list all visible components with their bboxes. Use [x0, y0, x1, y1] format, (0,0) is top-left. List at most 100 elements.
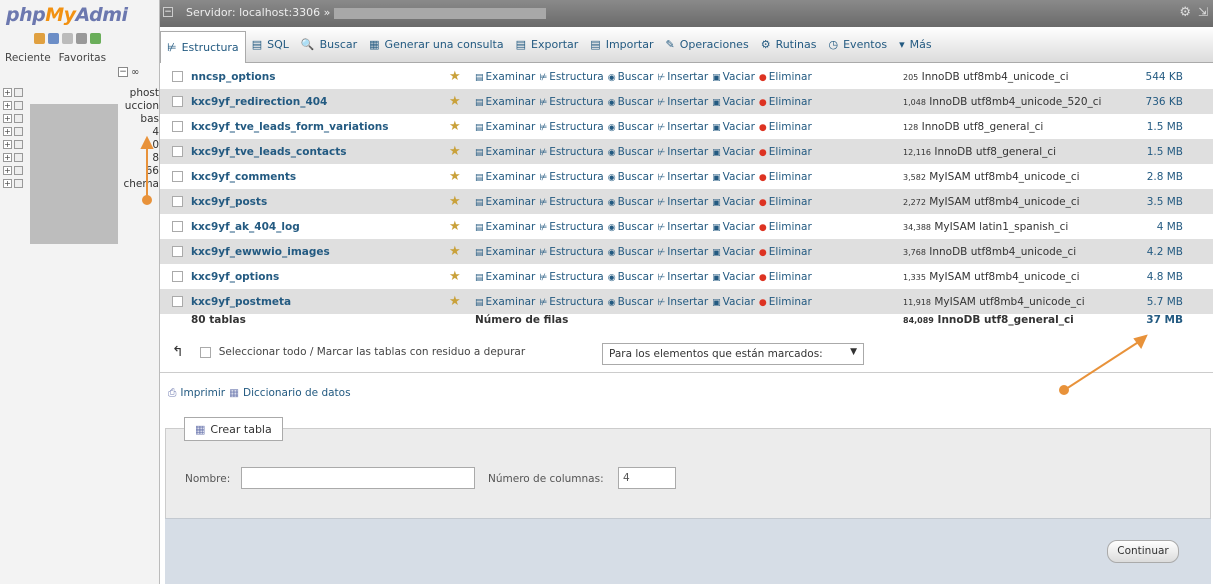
continue-button[interactable]: Continuar [1107, 540, 1179, 563]
database-name[interactable]: 0 [152, 139, 159, 151]
database-name[interactable]: chema [123, 178, 159, 190]
favorite-star-icon[interactable]: ★ [449, 144, 461, 159]
table-size[interactable]: 5.7 MB [1147, 296, 1183, 308]
drop-link[interactable]: ● Eliminar [759, 146, 812, 158]
empty-link[interactable]: ▣ Vaciar [712, 221, 755, 233]
empty-link[interactable]: ▣ Vaciar [712, 271, 755, 283]
search-link[interactable]: ◉ Buscar [608, 271, 654, 283]
insert-link[interactable]: ⊬ Insertar [657, 246, 708, 258]
row-checkbox[interactable] [172, 146, 183, 157]
favorite-star-icon[interactable]: ★ [449, 269, 461, 284]
table-size[interactable]: 4.8 MB [1147, 271, 1183, 283]
table-name-link[interactable]: kxc9yf_options [191, 271, 279, 283]
column-count-input[interactable]: 4 [618, 467, 676, 489]
tab-m-s[interactable]: ▾ Más [893, 27, 938, 62]
browse-link[interactable]: ▤ Examinar [475, 146, 535, 158]
with-selected-dropdown[interactable]: Para los elementos que están marcados: ▼ [602, 343, 864, 365]
structure-link[interactable]: ⊭ Estructura [539, 146, 603, 158]
insert-link[interactable]: ⊬ Insertar [657, 171, 708, 183]
link-icon[interactable]: ∞ [131, 67, 139, 78]
table-name-link[interactable]: kxc9yf_ewwwio_images [191, 246, 330, 258]
row-checkbox[interactable] [172, 221, 183, 232]
database-name[interactable]: phost [130, 87, 159, 99]
row-checkbox[interactable] [172, 196, 183, 207]
expand-icon[interactable]: + [3, 166, 12, 175]
structure-link[interactable]: ⊭ Estructura [539, 196, 603, 208]
select-all-label[interactable]: Seleccionar todo / Marcar las tablas con… [219, 346, 525, 358]
empty-link[interactable]: ▣ Vaciar [712, 196, 755, 208]
drop-link[interactable]: ● Eliminar [759, 71, 812, 83]
browse-link[interactable]: ▤ Examinar [475, 121, 535, 133]
search-link[interactable]: ◉ Buscar [608, 96, 654, 108]
table-size[interactable]: 4 MB [1157, 221, 1183, 233]
table-size[interactable]: 544 KB [1146, 71, 1183, 83]
table-name-link[interactable]: kxc9yf_tve_leads_contacts [191, 146, 347, 158]
search-link[interactable]: ◉ Buscar [608, 221, 654, 233]
drop-link[interactable]: ● Eliminar [759, 196, 812, 208]
table-name-link[interactable]: kxc9yf_comments [191, 171, 296, 183]
empty-link[interactable]: ▣ Vaciar [712, 296, 755, 308]
drop-link[interactable]: ● Eliminar [759, 171, 812, 183]
row-checkbox[interactable] [172, 71, 183, 82]
settings-icon[interactable] [76, 33, 87, 44]
browse-link[interactable]: ▤ Examinar [475, 71, 535, 83]
table-name-link[interactable]: kxc9yf_posts [191, 196, 267, 208]
table-size[interactable]: 4.2 MB [1147, 246, 1183, 258]
insert-link[interactable]: ⊬ Insertar [657, 221, 708, 233]
database-name[interactable]: uccion [125, 100, 159, 112]
table-name-link[interactable]: kxc9yf_postmeta [191, 296, 291, 308]
row-checkbox[interactable] [172, 121, 183, 132]
search-link[interactable]: ◉ Buscar [608, 246, 654, 258]
favorite-star-icon[interactable]: ★ [449, 119, 461, 134]
table-name-input[interactable] [241, 467, 475, 489]
expand-icon[interactable]: + [3, 127, 12, 136]
recent-link[interactable]: Reciente [5, 52, 51, 64]
drop-link[interactable]: ● Eliminar [759, 221, 812, 233]
tab-estructura[interactable]: ⊭ Estructura [160, 30, 246, 63]
insert-link[interactable]: ⊬ Insertar [657, 96, 708, 108]
favorite-star-icon[interactable]: ★ [449, 169, 461, 184]
table-size[interactable]: 1.5 MB [1147, 121, 1183, 133]
expand-icon[interactable]: + [3, 88, 12, 97]
browse-link[interactable]: ▤ Examinar [475, 171, 535, 183]
collapse-nav-icon[interactable]: − [163, 7, 173, 17]
structure-link[interactable]: ⊭ Estructura [539, 121, 603, 133]
favorite-star-icon[interactable]: ★ [449, 194, 461, 209]
table-name-link[interactable]: kxc9yf_tve_leads_form_variations [191, 121, 389, 133]
empty-link[interactable]: ▣ Vaciar [712, 246, 755, 258]
drop-link[interactable]: ● Eliminar [759, 96, 812, 108]
database-name[interactable]: 4 [152, 126, 159, 138]
favorites-link[interactable]: Favoritas [59, 52, 106, 64]
server-link[interactable]: Servidor: localhost:3306 » [186, 6, 330, 19]
search-link[interactable]: ◉ Buscar [608, 171, 654, 183]
browse-link[interactable]: ▤ Examinar [475, 271, 535, 283]
browse-link[interactable]: ▤ Examinar [475, 221, 535, 233]
tab-generar-una-consulta[interactable]: ▦ Generar una consulta [363, 27, 509, 62]
tab-buscar[interactable]: 🔍 Buscar [295, 27, 363, 62]
favorite-star-icon[interactable]: ★ [449, 294, 461, 309]
database-name[interactable]: 66 [146, 165, 159, 177]
home-icon[interactable] [34, 33, 45, 44]
empty-link[interactable]: ▣ Vaciar [712, 121, 755, 133]
gear-icon[interactable]: ⚙ [1179, 5, 1191, 20]
table-name-link[interactable]: nncsp_options [191, 71, 275, 83]
phpmyadmin-logo[interactable]: phpMyAdmi [6, 4, 128, 26]
browse-link[interactable]: ▤ Examinar [475, 296, 535, 308]
row-checkbox[interactable] [172, 96, 183, 107]
browse-link[interactable]: ▤ Examinar [475, 246, 535, 258]
drop-link[interactable]: ● Eliminar [759, 121, 812, 133]
tab-operaciones[interactable]: ✎ Operaciones [659, 27, 754, 62]
structure-link[interactable]: ⊭ Estructura [539, 271, 603, 283]
expand-icon[interactable]: + [3, 179, 12, 188]
docs-icon[interactable] [62, 33, 73, 44]
structure-link[interactable]: ⊭ Estructura [539, 296, 603, 308]
row-checkbox[interactable] [172, 296, 183, 307]
row-checkbox[interactable] [172, 171, 183, 182]
drop-link[interactable]: ● Eliminar [759, 246, 812, 258]
browse-link[interactable]: ▤ Examinar [475, 196, 535, 208]
search-link[interactable]: ◉ Buscar [608, 196, 654, 208]
expand-icon[interactable]: + [3, 153, 12, 162]
favorite-star-icon[interactable]: ★ [449, 219, 461, 234]
insert-link[interactable]: ⊬ Insertar [657, 71, 708, 83]
insert-link[interactable]: ⊬ Insertar [657, 296, 708, 308]
